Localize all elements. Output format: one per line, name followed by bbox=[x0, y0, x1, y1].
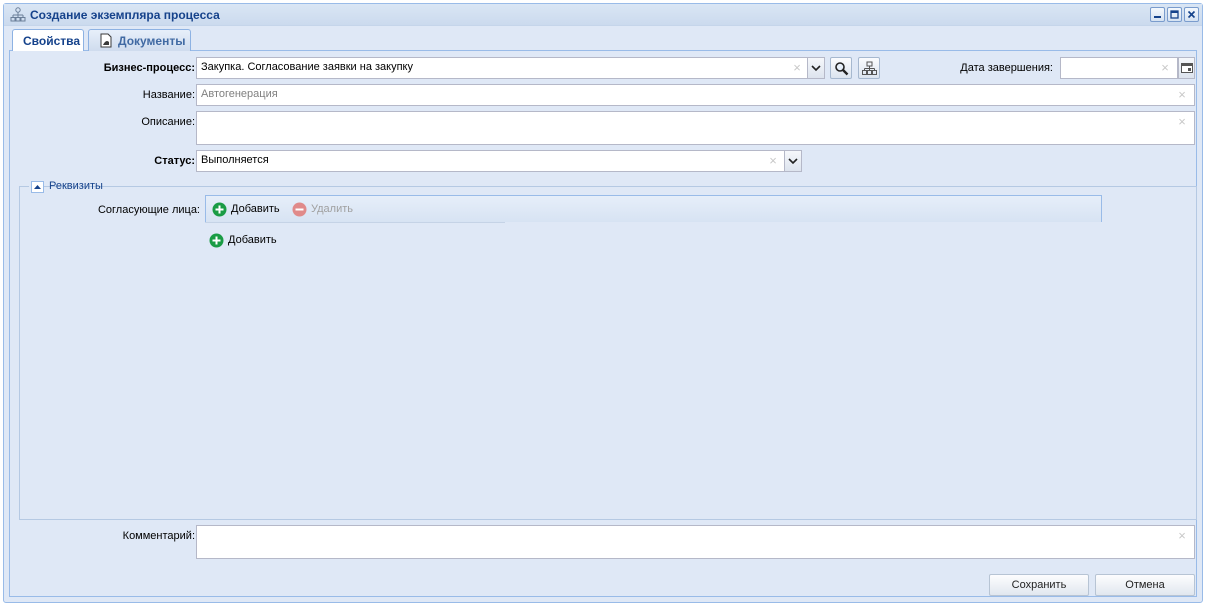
description-field[interactable] bbox=[196, 111, 1195, 145]
business-process-dropdown-trigger[interactable] bbox=[808, 57, 825, 79]
add-icon bbox=[209, 233, 224, 248]
add-requisite-label: Добавить bbox=[228, 234, 277, 246]
status-combo[interactable]: Выполняется bbox=[196, 150, 785, 172]
requisites-legend-text: Реквизиты bbox=[49, 180, 103, 192]
approvers-grid-toolbar: Добавить Удалить bbox=[205, 195, 1102, 222]
dialog-window: Создание экземпляра процесса Свойства До… bbox=[3, 3, 1203, 603]
clear-description-icon[interactable]: × bbox=[1177, 115, 1187, 128]
approvers-grid-body bbox=[205, 222, 505, 223]
comment-field[interactable] bbox=[196, 525, 1195, 559]
add-approver-label: Добавить bbox=[231, 203, 280, 215]
requisites-fieldset: Реквизиты Согласующие лица: Добавить Уда… bbox=[19, 180, 1197, 520]
business-process-combo[interactable]: Закупка. Согласование заявки на закупку bbox=[196, 57, 808, 79]
collapse-icon[interactable] bbox=[31, 181, 44, 193]
clear-name-icon[interactable]: × bbox=[1177, 88, 1187, 101]
tab-properties-label: Свойства bbox=[23, 34, 81, 48]
name-field[interactable]: Автогенерация bbox=[196, 84, 1195, 106]
cancel-button[interactable]: Отмена bbox=[1095, 574, 1195, 596]
end-date-label: Дата завершения: bbox=[960, 62, 1053, 74]
delete-approver-button[interactable]: Удалить bbox=[292, 202, 358, 218]
clear-status-icon[interactable]: × bbox=[768, 154, 778, 167]
document-icon bbox=[99, 33, 113, 51]
close-icon[interactable] bbox=[1184, 7, 1199, 22]
save-button[interactable]: Сохранить bbox=[989, 574, 1089, 596]
calendar-icon bbox=[1181, 63, 1193, 73]
tab-strip: Свойства Документы bbox=[9, 26, 1197, 52]
requisites-legend: Реквизиты bbox=[29, 180, 103, 194]
tab-documents[interactable]: Документы bbox=[88, 29, 191, 51]
add-requisite-link[interactable]: Добавить bbox=[209, 233, 281, 249]
add-approver-button[interactable]: Добавить bbox=[212, 202, 282, 218]
clear-business-process-icon[interactable]: × bbox=[792, 61, 802, 74]
clear-comment-icon[interactable]: × bbox=[1177, 529, 1187, 542]
clear-end-date-icon[interactable]: × bbox=[1160, 61, 1170, 74]
tab-documents-label: Документы bbox=[118, 34, 186, 48]
business-process-label: Бизнес-процесс: bbox=[103, 62, 195, 74]
name-label: Название: bbox=[142, 89, 195, 101]
minimize-icon[interactable] bbox=[1150, 7, 1165, 22]
search-icon bbox=[835, 62, 849, 76]
delete-approver-label: Удалить bbox=[311, 203, 353, 215]
properties-panel: Бизнес-процесс: Закупка. Согласование за… bbox=[9, 51, 1197, 597]
add-icon bbox=[212, 202, 227, 217]
tab-properties[interactable]: Свойства bbox=[12, 29, 84, 52]
window-titlebar[interactable]: Создание экземпляра процесса bbox=[4, 4, 1202, 26]
comment-label: Комментарий: bbox=[122, 530, 195, 542]
status-dropdown-trigger[interactable] bbox=[785, 150, 802, 172]
approvers-label: Согласующие лица: bbox=[97, 204, 200, 216]
status-label: Статус: bbox=[154, 155, 195, 167]
org-structure-icon bbox=[10, 7, 26, 23]
calendar-trigger[interactable] bbox=[1178, 57, 1195, 79]
maximize-icon[interactable] bbox=[1167, 7, 1182, 22]
search-process-button[interactable] bbox=[830, 57, 852, 79]
window-title: Создание экземпляра процесса bbox=[30, 8, 220, 22]
description-label: Описание: bbox=[141, 116, 195, 128]
remove-icon bbox=[292, 202, 307, 217]
